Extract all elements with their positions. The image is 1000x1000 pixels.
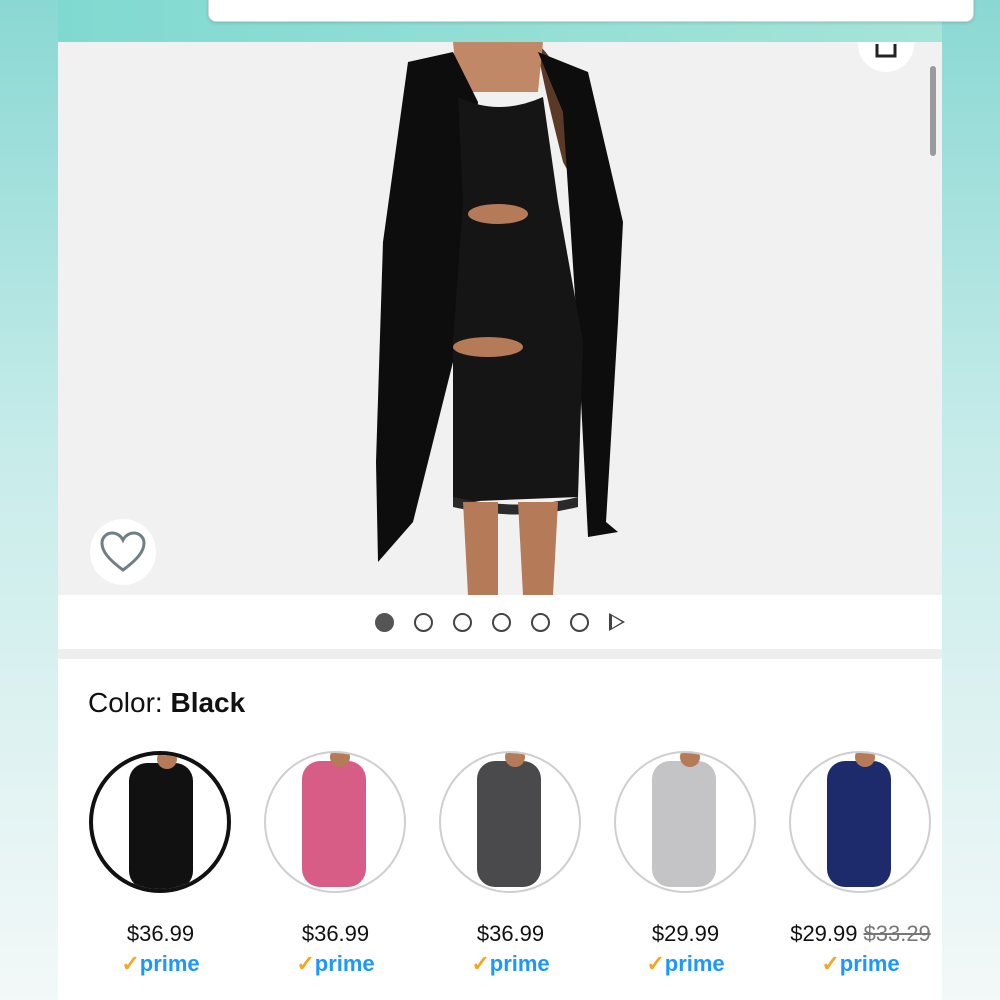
price-value: $29.99 bbox=[651, 921, 720, 946]
variant-price: $36.99 bbox=[248, 921, 423, 947]
pager-dot[interactable] bbox=[414, 612, 433, 632]
price-value: $29.99 bbox=[790, 921, 858, 946]
pager-dot[interactable] bbox=[375, 612, 394, 632]
share-icon bbox=[875, 44, 897, 58]
swatch-dark-gray[interactable] bbox=[439, 751, 581, 893]
price-value: $36.99 bbox=[301, 921, 370, 946]
heart-icon bbox=[100, 531, 146, 572]
color-label: Color: Black bbox=[88, 687, 245, 719]
variant-price: $36.99 bbox=[73, 921, 248, 947]
swatch-image bbox=[652, 753, 716, 887]
check-icon: ✓ bbox=[471, 951, 490, 976]
selected-color-name: Black bbox=[170, 687, 246, 718]
prime-badge: ✓prime bbox=[423, 951, 598, 977]
app-frame-left bbox=[0, 0, 58, 1000]
prime-badge: ✓prime bbox=[73, 951, 248, 977]
product-page: Color: Black $36.99 $36.99 $36.99 $29.99… bbox=[58, 42, 942, 1000]
app-frame-right bbox=[942, 0, 1000, 1000]
favorite-button[interactable] bbox=[90, 519, 156, 585]
check-icon: ✓ bbox=[821, 951, 840, 976]
play-icon[interactable] bbox=[609, 613, 625, 631]
swatch-pink[interactable] bbox=[264, 751, 406, 893]
scrollbar[interactable] bbox=[930, 66, 936, 156]
prime-label: prime bbox=[664, 951, 725, 976]
search-bar[interactable] bbox=[208, 0, 974, 22]
swatch-image bbox=[477, 753, 541, 887]
pager-dot[interactable] bbox=[492, 612, 511, 632]
prime-label: prime bbox=[489, 951, 550, 976]
variant-price: $29.99 $33.29 bbox=[773, 921, 948, 947]
product-photo bbox=[376, 42, 623, 595]
check-icon: ✓ bbox=[121, 951, 140, 976]
check-icon: ✓ bbox=[296, 951, 315, 976]
price-value: $36.99 bbox=[126, 921, 195, 946]
prime-badge: ✓prime bbox=[598, 951, 773, 977]
swatch-light-gray[interactable] bbox=[614, 751, 756, 893]
variant-price: $36.99 bbox=[423, 921, 598, 947]
check-icon: ✓ bbox=[646, 951, 665, 976]
prime-label: prime bbox=[839, 951, 900, 976]
image-pager bbox=[58, 595, 942, 649]
variant-price: $29.99 bbox=[598, 921, 773, 947]
old-price: $33.29 bbox=[863, 921, 931, 946]
prime-label: prime bbox=[314, 951, 375, 976]
pager-dot[interactable] bbox=[531, 612, 550, 632]
pager-dot[interactable] bbox=[453, 612, 472, 632]
swatch-image bbox=[129, 755, 193, 889]
swatch-image bbox=[302, 753, 366, 887]
swatch-navy[interactable] bbox=[789, 751, 931, 893]
prime-label: prime bbox=[139, 951, 200, 976]
swatch-image bbox=[827, 753, 891, 887]
price-value: $36.99 bbox=[476, 921, 545, 946]
top-bar bbox=[58, 0, 974, 42]
prime-badge: ✓prime bbox=[248, 951, 423, 977]
color-label-prefix: Color: bbox=[88, 687, 171, 718]
swatch-black[interactable] bbox=[89, 751, 231, 893]
pager-dot[interactable] bbox=[570, 612, 589, 632]
product-image[interactable] bbox=[58, 42, 942, 595]
color-variants: Color: Black $36.99 $36.99 $36.99 $29.99… bbox=[58, 659, 942, 1000]
prime-badge: ✓prime bbox=[773, 951, 948, 977]
